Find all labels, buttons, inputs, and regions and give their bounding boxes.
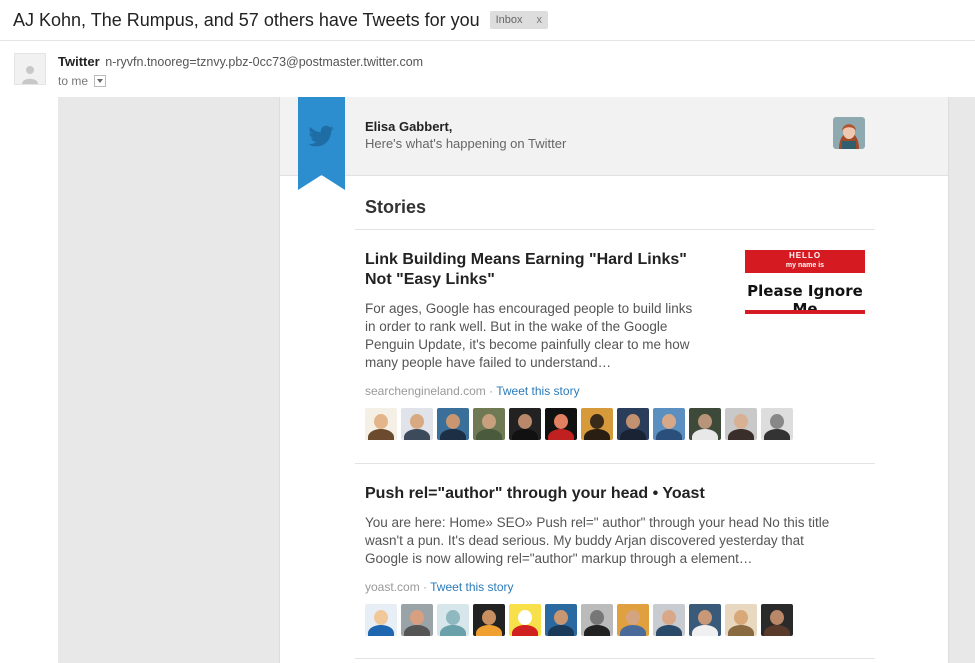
tweeter-avatar[interactable] [725, 408, 757, 440]
tweeter-avatar[interactable] [401, 408, 433, 440]
recipient-line: to me [58, 74, 107, 88]
tweeter-avatar[interactable] [545, 604, 577, 636]
story-meta: yoast.com · Tweet this story [365, 580, 514, 594]
excerpt-line: wasn't a pun. It's dead serious. My budd… [365, 533, 804, 548]
tweet-story-link[interactable]: Tweet this story [430, 580, 513, 594]
tweeter-avatar[interactable] [761, 408, 793, 440]
email-subject: AJ Kohn, The Rumpus, and 57 others have … [13, 9, 480, 30]
subject-bar: AJ Kohn, The Rumpus, and 57 others have … [0, 0, 975, 41]
tweeter-avatar[interactable] [545, 408, 577, 440]
recipient-text: to me [58, 74, 89, 88]
story-thumbnail[interactable]: HELLO my name is Please Ignore Me [745, 250, 865, 318]
meta-separator: · [485, 384, 497, 398]
user-avatar[interactable] [833, 117, 865, 149]
section-title: Stories [365, 197, 427, 217]
remove-label-button[interactable]: x [537, 14, 543, 26]
name-tag-subtitle: my name is [785, 262, 825, 269]
show-details-button[interactable] [94, 75, 107, 87]
tweeter-avatar[interactable] [509, 408, 541, 440]
name-tag-header: HELLO my name is [745, 250, 865, 273]
tweeter-avatar[interactable] [473, 604, 505, 636]
tweeter-avatar[interactable] [401, 604, 433, 636]
story-source[interactable]: yoast.com [365, 580, 420, 594]
excerpt-line: Google is now allowing rel="author" mark… [365, 551, 753, 566]
name-tag-footer [745, 310, 865, 314]
tweeter-avatar[interactable] [617, 604, 649, 636]
inbox-label-text: Inbox [495, 14, 523, 26]
greeting-name: Elisa Gabbert, [365, 119, 453, 134]
sender-avatar [14, 53, 46, 85]
greeting-subtitle: Here's what's happening on Twitter [365, 136, 567, 151]
tweeter-avatar[interactable] [653, 604, 685, 636]
sender-line: Twitter n-ryvfn.tnooreg=tznvy.pbz-0cc73@… [58, 54, 423, 69]
meta-separator: · [419, 580, 431, 594]
story-excerpt: You are here: Home» SEO» Push rel=" auth… [365, 514, 829, 568]
excerpt-line: many people have failed to understand… [365, 355, 612, 370]
tweeter-avatar[interactable] [653, 408, 685, 440]
tweeter-avatar[interactable] [689, 604, 721, 636]
tweeter-avatar[interactable] [437, 604, 469, 636]
tweeter-avatar[interactable] [473, 408, 505, 440]
story-title-line[interactable]: Push rel="author" through your head • Yo… [365, 484, 705, 504]
story-title-line[interactable]: Link Building Means Earning "Hard Links" [365, 250, 687, 270]
story-title[interactable]: Link Building Means Earning "Hard Links"… [365, 250, 687, 290]
newsletter-card [279, 97, 949, 663]
excerpt-line: Penguin Update, it's become painfully cl… [365, 337, 690, 352]
tweeter-avatar[interactable] [617, 408, 649, 440]
chevron-down-icon [97, 79, 104, 83]
twitter-bird-icon [309, 125, 334, 147]
tweeter-avatar[interactable] [365, 604, 397, 636]
user-photo [833, 117, 865, 149]
story-title-line[interactable]: Not "Easy Links" [365, 270, 687, 290]
tweeter-avatar[interactable] [437, 408, 469, 440]
sender-name[interactable]: Twitter [58, 54, 100, 69]
story-excerpt: For ages, Google has encouraged people t… [365, 300, 692, 372]
inbox-label[interactable]: Inbox x [489, 11, 549, 29]
tweet-story-link[interactable]: Tweet this story [496, 384, 579, 398]
excerpt-line: You are here: Home» SEO» Push rel=" auth… [365, 515, 830, 530]
section-divider [355, 229, 875, 230]
person-icon [22, 66, 38, 84]
tweeter-avatar[interactable] [365, 408, 397, 440]
tweeter-avatars [365, 408, 793, 440]
tweeter-avatar[interactable] [581, 408, 613, 440]
excerpt-line: For ages, Google has encouraged people t… [365, 301, 693, 316]
story-source[interactable]: searchengineland.com [365, 384, 486, 398]
sender-address: n-ryvfn.tnooreg=tznvy.pbz-0cc73@postmast… [105, 55, 424, 69]
tweeter-avatar[interactable] [761, 604, 793, 636]
story-title[interactable]: Push rel="author" through your head • Yo… [365, 484, 705, 504]
name-tag-hello: HELLO [788, 251, 822, 260]
tweeter-avatars [365, 604, 793, 636]
story-divider [355, 658, 875, 659]
tweeter-avatar[interactable] [725, 604, 757, 636]
story-divider [355, 463, 875, 464]
tweeter-avatar[interactable] [581, 604, 613, 636]
excerpt-line: in order to rank well. But in the wake o… [365, 319, 668, 334]
tweeter-avatar[interactable] [689, 408, 721, 440]
tweeter-avatar[interactable] [509, 604, 541, 636]
story-meta: searchengineland.com · Tweet this story [365, 384, 580, 398]
